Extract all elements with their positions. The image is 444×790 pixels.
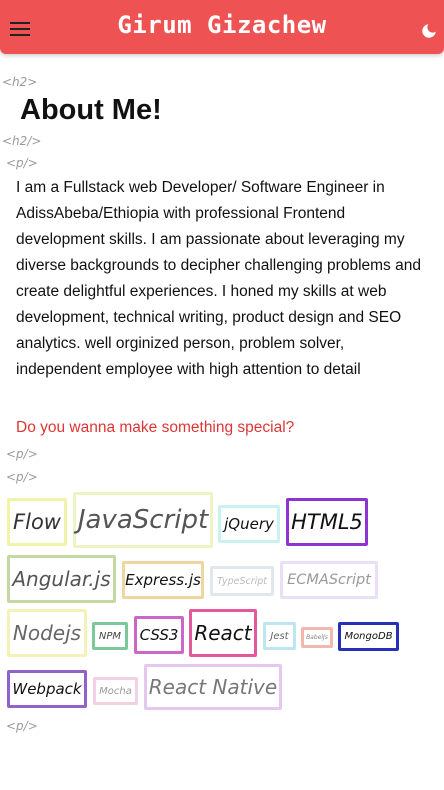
dark-mode-moon-icon[interactable] bbox=[420, 22, 438, 40]
code-tag-p-close: <p/> bbox=[6, 447, 38, 461]
special-callout: Do you wanna make something special? bbox=[16, 419, 295, 436]
skill-badge-flow: Flow bbox=[7, 498, 67, 546]
code-tag-p-open: <p/> bbox=[6, 156, 38, 170]
skill-badge-mongodb: MongoDB bbox=[338, 622, 399, 651]
code-tag-p-end: <p/> bbox=[6, 719, 38, 733]
skill-badge-typescript: TypeScript bbox=[210, 566, 274, 596]
skill-badge-babeljs: BabelJs bbox=[301, 627, 333, 648]
skill-badge-npm: NPM bbox=[92, 622, 128, 650]
skill-badge-nodejs: Nodejs bbox=[7, 609, 87, 657]
skill-badge-jest: Jest bbox=[263, 622, 296, 650]
skill-badge-mocha: Mocha bbox=[93, 677, 138, 705]
page-title: About Me! bbox=[20, 94, 162, 126]
code-tag-h2-open: <h2> bbox=[2, 75, 38, 89]
skill-badge-javascript: JavaScript bbox=[73, 492, 213, 548]
code-tag-h2-close: <h2/> bbox=[2, 134, 42, 148]
skill-badge-webpack: Webpack bbox=[7, 670, 87, 708]
top-app-bar: Girum Gizachew bbox=[0, 0, 444, 54]
skill-badge-react-native: React Native bbox=[144, 664, 282, 710]
brand-title[interactable]: Girum Gizachew bbox=[0, 11, 444, 39]
skill-badge-react: React bbox=[189, 609, 257, 657]
skill-badge-css3: CSS3 bbox=[134, 616, 184, 654]
skill-badge-angularjs: Angular.js bbox=[7, 555, 116, 603]
skill-badge-jquery: jQuery bbox=[218, 505, 280, 543]
skill-badge-html5: HTML5 bbox=[286, 498, 368, 546]
about-paragraph: I am a Fullstack web Developer/ Software… bbox=[16, 179, 421, 378]
skill-badge-ecmascript: ECMAScript bbox=[280, 561, 378, 599]
skill-badge-expressjs: Express.js bbox=[122, 561, 204, 599]
code-tag-p-open-2: <p/> bbox=[6, 470, 38, 484]
